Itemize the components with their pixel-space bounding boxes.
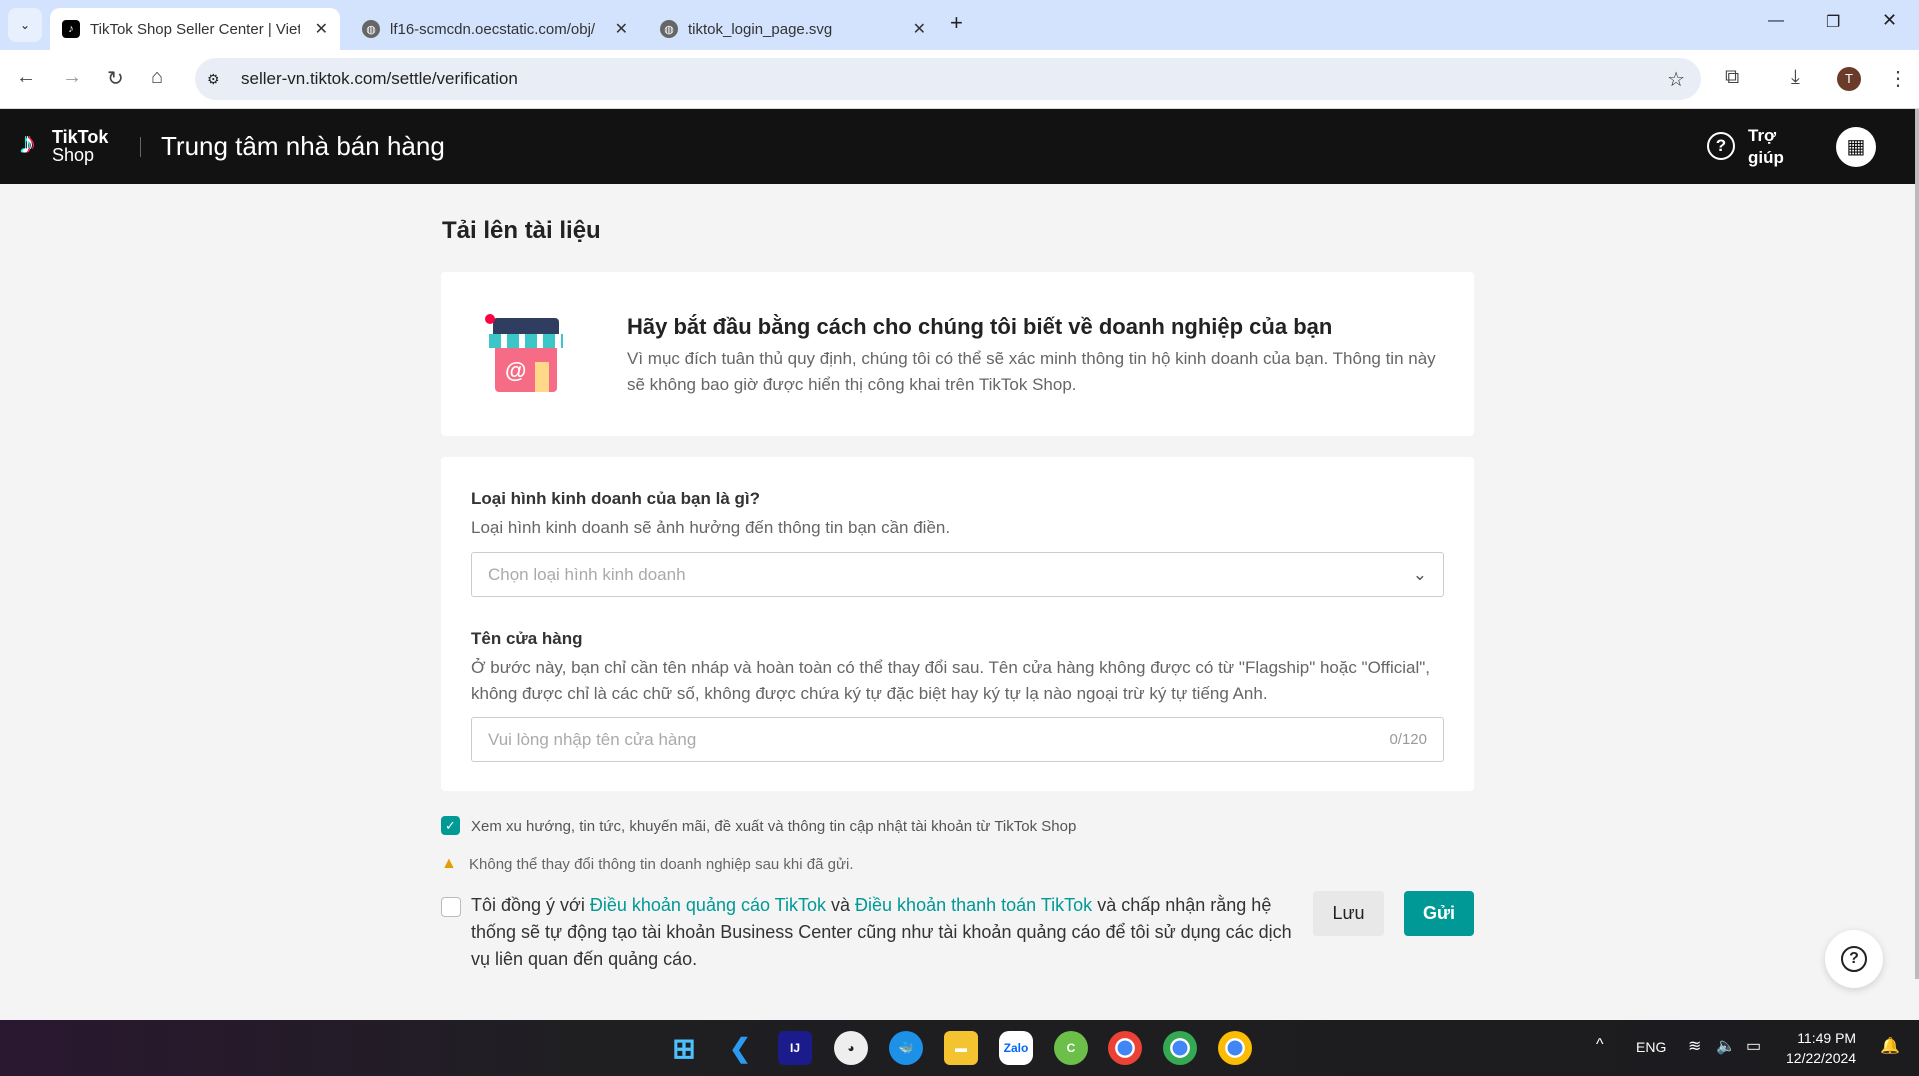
battery-icon[interactable]: ▭	[1746, 1036, 1761, 1056]
business-type-label: Loại hình kinh doanh của bạn là gì?	[471, 489, 761, 508]
file-explorer-icon[interactable]: ▬	[944, 1031, 978, 1065]
language-indicator[interactable]: ENG	[1636, 1039, 1666, 1055]
forward-icon[interactable]: →	[62, 66, 82, 89]
url-text: seller-vn.tiktok.com/settle/verification	[241, 69, 518, 88]
seller-center-header: ♪ TikTok Shop Trung tâm nhà bán hàng ? Tr…	[0, 109, 1915, 184]
windows-start-icon[interactable]: ⊞	[667, 1031, 701, 1065]
intellij-icon[interactable]: IJ	[778, 1031, 812, 1065]
help-link[interactable]: Trợ giúp	[1748, 125, 1784, 169]
intro-heading: Hãy bắt đầu bằng cách cho chúng tôi biết…	[627, 314, 1333, 339]
terms-text: Tôi đồng ý với Điều khoản quảng cáo TikT…	[471, 895, 1292, 969]
payment-terms-link[interactable]: Điều khoản thanh toán TikTok	[855, 895, 1092, 915]
help-icon[interactable]: ?	[1707, 132, 1735, 160]
browser-tab-bar: ⌄ ♪TikTok Shop Seller Center | Vietnam✕ …	[0, 0, 1919, 50]
divider	[140, 137, 141, 157]
profile-avatar[interactable]: T	[1837, 67, 1861, 91]
globe-icon: ◍	[660, 20, 678, 38]
business-type-hint: Loại hình kinh doanh sẽ ảnh hưởng đến th…	[471, 518, 951, 537]
main-content: Tải lên tài liệu @ Hãy bắt đầu bằng cách…	[0, 184, 1915, 1020]
notification-icon[interactable]: 🔔	[1880, 1036, 1900, 1056]
tab-title: TikTok Shop Seller Center | Vietnam	[90, 20, 300, 38]
logo-text: TikTok Shop	[52, 127, 109, 165]
close-tab-icon[interactable]: ✕	[913, 19, 926, 39]
business-form-card: Loại hình kinh doanh của bạn là gì? Loại…	[441, 457, 1474, 791]
globe-icon: ◍	[362, 20, 380, 38]
extensions-icon[interactable]: ⧉	[1725, 66, 1739, 89]
shop-avatar-icon[interactable]: ▦	[1836, 127, 1876, 167]
address-bar-row: ← → ↻ ⌂ ⚙ seller-vn.tiktok.com/settle/ver…	[0, 50, 1919, 109]
warning-icon: ▲	[441, 855, 457, 872]
shop-name-label: Tên cửa hàng	[471, 629, 583, 648]
new-tab-button[interactable]: +	[950, 10, 963, 36]
chrome-icon[interactable]	[1218, 1031, 1252, 1065]
tab-cdn[interactable]: ◍ lf16-scmcdn.oecstatic.com/obj/ ✕	[350, 8, 640, 50]
shop-illustration-icon: @	[485, 314, 565, 396]
chrome-icon[interactable]	[1163, 1031, 1197, 1065]
tab-search-button[interactable]: ⌄	[8, 8, 42, 42]
shop-name-hint: Ở bước này, bạn chỉ cần tên nháp và hoàn…	[471, 658, 1430, 703]
tab-title: tiktok_login_page.svg	[688, 20, 833, 38]
browser-menu-icon[interactable]: ⋮	[1888, 66, 1908, 91]
back-icon[interactable]: ←	[16, 66, 36, 89]
download-icon[interactable]: ⤓	[1791, 66, 1800, 89]
tab-tiktok-seller[interactable]: ♪ TikTok Shop Seller Center | Vietnam ✕	[50, 8, 340, 50]
help-icon: ?	[1841, 946, 1867, 972]
restore-button[interactable]: ❐	[1826, 12, 1840, 32]
close-window-button[interactable]: ✕	[1882, 10, 1897, 31]
url-input[interactable]: ⚙ seller-vn.tiktok.com/settle/verificatio…	[195, 58, 1701, 100]
zalo-icon[interactable]: Zalo	[999, 1031, 1033, 1065]
intro-card: @ Hãy bắt đầu bằng cách cho chúng tôi bi…	[441, 272, 1474, 436]
app-icon[interactable]: ◕	[834, 1031, 868, 1065]
newsletter-checkbox[interactable]: ✓	[441, 816, 460, 835]
char-counter: 0/120	[1389, 731, 1427, 748]
minimize-button[interactable]: —	[1768, 12, 1784, 30]
volume-icon[interactable]: 🔈	[1716, 1036, 1736, 1056]
chevron-down-icon: ⌄	[1412, 564, 1427, 584]
tray-overflow-icon[interactable]: ^	[1596, 1036, 1604, 1054]
tiktok-logo-icon: ♪	[20, 127, 35, 160]
warning-text: Không thể thay đổi thông tin doanh nghiệ…	[469, 856, 854, 873]
home-icon[interactable]: ⌂	[151, 66, 163, 89]
clock[interactable]: 11:49 PM 12/22/2024	[1786, 1028, 1856, 1068]
vscode-icon[interactable]: ❮	[723, 1031, 757, 1065]
submit-button[interactable]: Gửi	[1404, 891, 1474, 936]
close-tab-icon[interactable]: ✕	[615, 19, 628, 39]
tab-title: lf16-scmcdn.oecstatic.com/obj/	[390, 20, 596, 38]
docker-icon[interactable]: 🐳	[889, 1031, 923, 1065]
page-title: Tải lên tài liệu	[442, 217, 601, 244]
wifi-icon[interactable]: ≋	[1688, 1036, 1701, 1056]
terms-checkbox[interactable]	[441, 897, 461, 917]
tab-svg[interactable]: ◍ tiktok_login_page.svg ✕	[648, 8, 938, 50]
scrollbar[interactable]	[1915, 109, 1919, 979]
app-title: Trung tâm nhà bán hàng	[161, 131, 445, 161]
shop-name-input[interactable]: Vui lòng nhập tên cửa hàng 0/120	[471, 717, 1444, 762]
reload-icon[interactable]: ↻	[107, 66, 124, 91]
chrome-icon[interactable]	[1108, 1031, 1142, 1065]
bookmark-star-icon[interactable]: ☆	[1667, 67, 1685, 92]
coccoc-icon[interactable]: C	[1054, 1031, 1088, 1065]
taskbar: ⊞ ❮ IJ ◕ 🐳 ▬ Zalo C ^ ENG ≋ 🔈 ▭ 11:49 PM…	[0, 1020, 1919, 1076]
input-placeholder: Vui lòng nhập tên cửa hàng	[488, 729, 697, 749]
newsletter-label: Xem xu hướng, tin tức, khuyến mãi, đề xu…	[471, 818, 1077, 835]
intro-text: Vì mục đích tuân thủ quy định, chúng tôi…	[627, 349, 1436, 394]
save-button[interactable]: Lưu	[1313, 891, 1384, 936]
tiktok-favicon-icon: ♪	[62, 20, 80, 38]
site-settings-icon[interactable]: ⚙	[207, 71, 220, 88]
select-placeholder: Chọn loại hình kinh doanh	[488, 564, 686, 584]
close-tab-icon[interactable]: ✕	[315, 19, 328, 39]
ad-terms-link[interactable]: Điều khoản quảng cáo TikTok	[590, 895, 826, 915]
floating-help-button[interactable]: ?	[1825, 930, 1883, 988]
business-type-select[interactable]: Chọn loại hình kinh doanh ⌄	[471, 552, 1444, 597]
